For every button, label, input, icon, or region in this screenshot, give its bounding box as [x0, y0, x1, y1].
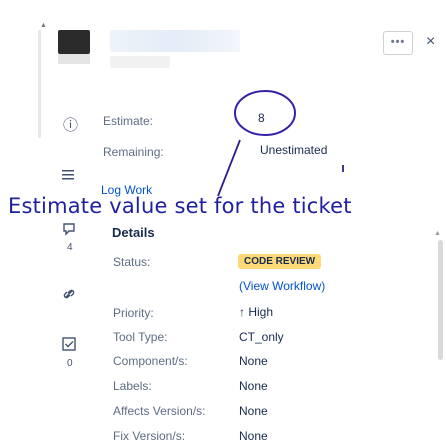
- approval-check-icon[interactable]: [62, 337, 76, 355]
- info-icon[interactable]: ⓘ: [63, 118, 78, 134]
- status-label: Status:: [113, 255, 151, 269]
- right-scrollbar-thumb[interactable]: [438, 240, 443, 360]
- labels-label: Labels:: [113, 379, 152, 393]
- comment-icon[interactable]: [62, 222, 76, 240]
- labels-value[interactable]: None: [239, 379, 268, 393]
- estimate-value: 8: [258, 111, 265, 125]
- left-scroll-track[interactable]: [38, 30, 41, 138]
- fix-versions-label: Fix Version/s:: [113, 429, 186, 441]
- view-workflow-link[interactable]: (View Workflow): [239, 279, 325, 293]
- right-scroll-up-arrow-icon[interactable]: ▲: [434, 230, 441, 237]
- link-icon[interactable]: [63, 287, 75, 305]
- affects-versions-label: Affects Version/s:: [113, 404, 206, 418]
- comment-count-badge: 4: [67, 242, 73, 253]
- left-scroll-strip: [0, 0, 55, 441]
- remaining-value: Unestimated: [260, 143, 328, 157]
- project-avatar-shadow: [58, 54, 90, 64]
- components-label: Component/s:: [113, 354, 188, 368]
- more-actions-button[interactable]: •••: [383, 31, 413, 55]
- components-value[interactable]: None: [239, 354, 268, 368]
- priority-value[interactable]: ↑ High: [239, 305, 273, 319]
- close-icon[interactable]: ×: [426, 32, 435, 52]
- issue-title-blurred: [110, 30, 240, 52]
- scroll-up-arrow-icon[interactable]: ▲: [40, 22, 47, 29]
- annotation-arrow-line: [217, 139, 241, 197]
- annotation-overlay: [217, 90, 344, 197]
- estimate-label: Estimate:: [103, 114, 154, 128]
- affects-versions-value[interactable]: None: [239, 404, 268, 418]
- approval-count-badge: 0: [67, 358, 73, 369]
- annotation-caption: Estimate value set for the ticket: [8, 194, 352, 218]
- annotation-circle: [234, 90, 296, 136]
- issue-subtitle-blurred: [110, 56, 170, 68]
- details-section-title[interactable]: Details: [112, 225, 155, 240]
- tool-type-label: Tool Type:: [113, 330, 168, 344]
- activity-lines-icon[interactable]: [62, 168, 74, 184]
- project-avatar: [58, 30, 90, 54]
- remaining-label: Remaining:: [103, 145, 164, 159]
- status-badge[interactable]: CODE REVIEW: [238, 254, 322, 269]
- priority-label: Priority:: [113, 306, 154, 320]
- fix-versions-value[interactable]: None: [239, 429, 268, 441]
- tool-type-value[interactable]: CT_only: [239, 330, 284, 344]
